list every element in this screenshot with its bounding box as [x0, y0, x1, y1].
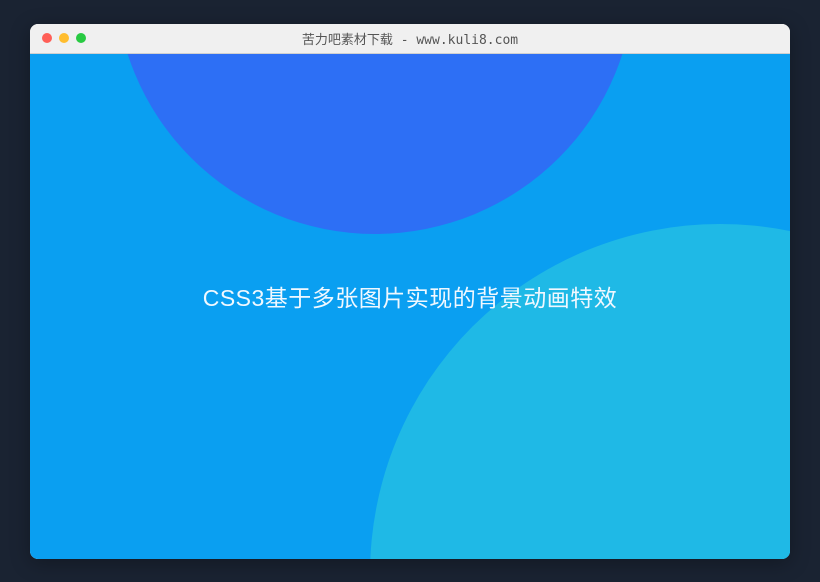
browser-window: 苦力吧素材下载 - www.kuli8.com CSS3基于多张图片实现的背景动… — [30, 24, 790, 559]
traffic-lights — [42, 33, 86, 43]
maximize-icon[interactable] — [76, 33, 86, 43]
content-area: CSS3基于多张图片实现的背景动画特效 — [30, 54, 790, 559]
close-icon[interactable] — [42, 33, 52, 43]
background-circle-bottom — [370, 224, 790, 559]
minimize-icon[interactable] — [59, 33, 69, 43]
title-bar: 苦力吧素材下载 - www.kuli8.com — [30, 24, 790, 54]
window-title: 苦力吧素材下载 - www.kuli8.com — [30, 29, 790, 48]
background-circle-top — [115, 54, 635, 234]
headline-text: CSS3基于多张图片实现的背景动画特效 — [203, 279, 618, 313]
